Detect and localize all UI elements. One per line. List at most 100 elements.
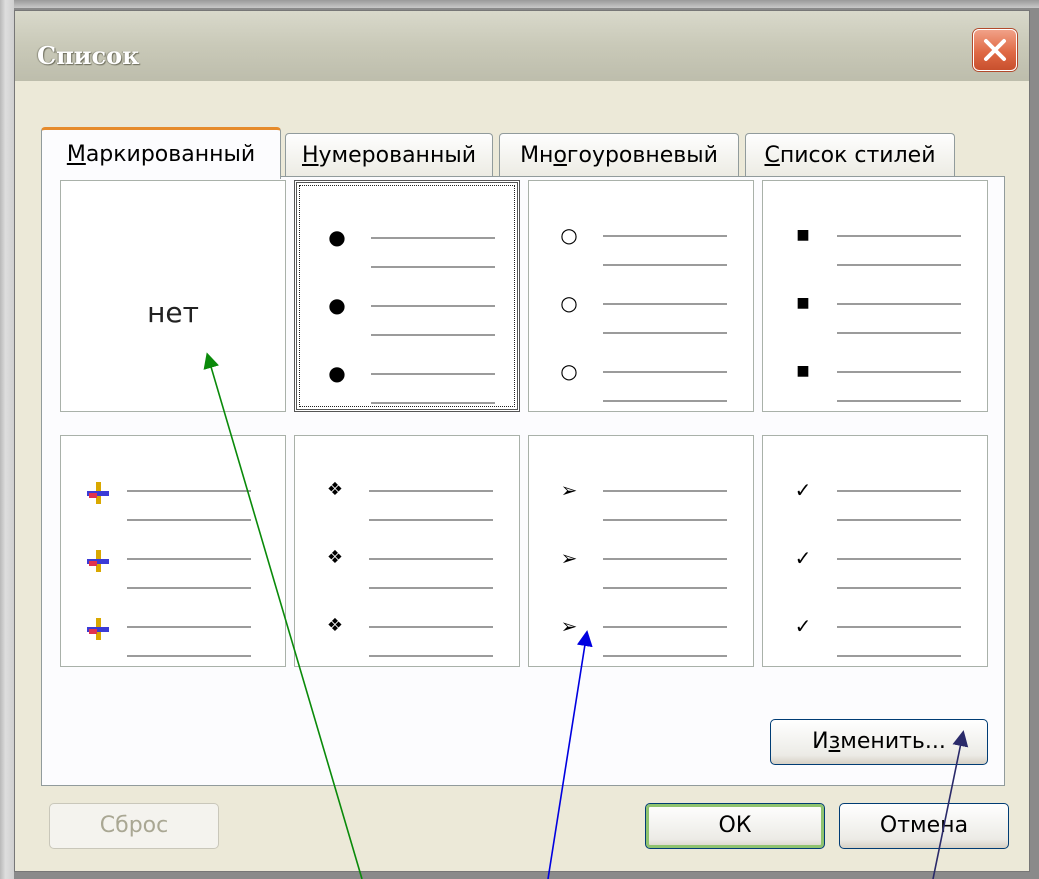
checkmark-bullet-icon: ✓ [794, 478, 812, 502]
bullet-style-none-tile[interactable]: нет [60, 180, 286, 412]
preview-line [127, 490, 251, 492]
close-icon [984, 39, 1006, 61]
close-button[interactable] [973, 29, 1017, 71]
square-bullet-icon: ■ [796, 295, 810, 311]
preview-line [837, 626, 961, 628]
preview-line [837, 490, 961, 492]
preview-line [837, 371, 961, 373]
customize-label: менить... [840, 729, 946, 754]
preview-line [837, 587, 961, 589]
checkmark-bullet-icon: ✓ [794, 614, 812, 638]
bullet-style-square-tile[interactable]: ■ ■ ■ [762, 180, 988, 412]
filled-circle-bullet-icon: ● [328, 225, 346, 249]
tab-bulleted[interactable]: Маркированный [41, 127, 281, 179]
square-bullet-icon: ■ [796, 363, 810, 379]
preview-line [837, 400, 961, 402]
preview-line [837, 264, 961, 266]
preview-line [603, 264, 727, 266]
bullet-style-arrowhead-tile[interactable]: ➢ ➢ ➢ [528, 435, 754, 667]
preview-line [127, 558, 251, 560]
preview-line [371, 266, 495, 268]
four-diamond-bullet-icon: ❖ [326, 479, 344, 500]
bullet-style-colored-plus-tile[interactable] [60, 435, 286, 667]
cancel-button[interactable]: Отмена [839, 803, 1009, 849]
preview-line [371, 237, 495, 239]
colored-plus-bullet-icon [85, 480, 109, 504]
preview-line [837, 303, 961, 305]
none-label: нет [147, 296, 199, 329]
tab-numbered-mnemonic: Н [301, 143, 319, 168]
hollow-circle-bullet-icon: ○ [560, 223, 578, 247]
preview-line [369, 655, 493, 657]
preview-line [127, 626, 251, 628]
preview-line [369, 558, 493, 560]
colored-plus-bullet-icon [85, 616, 109, 640]
tab-bulleted-label: аркированный [85, 142, 256, 167]
reset-label: Сброс [99, 813, 169, 838]
arrowhead-bullet-icon: ➢ [560, 614, 578, 638]
preview-line [837, 332, 961, 334]
preview-line [603, 519, 727, 521]
preview-line [369, 490, 493, 492]
cancel-label: Отмена [879, 813, 969, 838]
preview-line [127, 587, 251, 589]
preview-line [603, 332, 727, 334]
filled-circle-bullet-icon: ● [328, 293, 346, 317]
tab-list-styles-mnemonic: С [764, 143, 780, 168]
preview-line [371, 402, 495, 404]
checkmark-bullet-icon: ✓ [794, 546, 812, 570]
title-bar[interactable]: Список [15, 11, 1029, 81]
preview-line [127, 655, 251, 657]
preview-line [371, 334, 495, 336]
hollow-circle-bullet-icon: ○ [560, 291, 578, 315]
preview-line [603, 371, 727, 373]
preview-line [369, 519, 493, 521]
customize-label-start: И [812, 729, 829, 754]
bullets-dialog: Список Маркированный Нумерованный Многоу… [14, 10, 1030, 872]
four-diamond-bullet-icon: ❖ [326, 615, 344, 636]
preview-line [369, 587, 493, 589]
tab-numbered-label: умерованный [318, 143, 476, 168]
preview-line [603, 587, 727, 589]
arrowhead-bullet-icon: ➢ [560, 478, 578, 502]
bullet-style-checkmark-tile[interactable]: ✓ ✓ ✓ [762, 435, 988, 667]
tab-bulleted-mnemonic: М [66, 142, 86, 167]
tab-numbered[interactable]: Нумерованный [285, 133, 493, 177]
arrowhead-bullet-icon: ➢ [560, 546, 578, 570]
background-top [0, 0, 1039, 8]
bulleted-tab-panel: нет ● ● ● ○ ○ ○ ■ ■ ■ ❖ ❖ ❖ ➢ ➢ ➢ ✓ ✓ ✓ … [41, 176, 1005, 786]
preview-line [603, 235, 727, 237]
tab-list-styles-label: писок стилей [779, 143, 936, 168]
colored-plus-bullet-icon [85, 548, 109, 572]
preview-line [603, 303, 727, 305]
tab-list-styles[interactable]: Список стилей [745, 133, 955, 177]
customize-mnemonic: з [828, 729, 841, 754]
hollow-circle-bullet-icon: ○ [560, 359, 578, 383]
preview-line [837, 655, 961, 657]
preview-line [127, 519, 251, 521]
preview-line [603, 626, 727, 628]
bullet-style-four-diamond-tile[interactable]: ❖ ❖ ❖ [294, 435, 520, 667]
preview-line [837, 235, 961, 237]
tab-multilevel-label: гоуровневый [566, 143, 718, 168]
reset-button[interactable]: Сброс [49, 803, 219, 849]
preview-line [603, 490, 727, 492]
tab-multilevel-mnemonic: о [553, 143, 567, 168]
dialog-title: Список [37, 41, 140, 70]
preview-line [837, 519, 961, 521]
preview-line [603, 655, 727, 657]
background-left [0, 0, 14, 879]
customize-button[interactable]: Изменить... [770, 719, 988, 765]
tab-multilevel[interactable]: Многоуровневый [499, 133, 739, 177]
preview-line [837, 558, 961, 560]
preview-line [369, 626, 493, 628]
preview-line [603, 558, 727, 560]
bullet-style-filled-circle-tile[interactable]: ● ● ● [294, 180, 520, 412]
four-diamond-bullet-icon: ❖ [326, 547, 344, 568]
filled-circle-bullet-icon: ● [328, 361, 346, 385]
bullet-style-hollow-circle-tile[interactable]: ○ ○ ○ [528, 180, 754, 412]
ok-label: ОК [718, 813, 752, 838]
ok-button[interactable]: ОК [645, 803, 825, 849]
tab-multilevel-label-start: Мн [520, 143, 554, 168]
preview-line [371, 373, 495, 375]
